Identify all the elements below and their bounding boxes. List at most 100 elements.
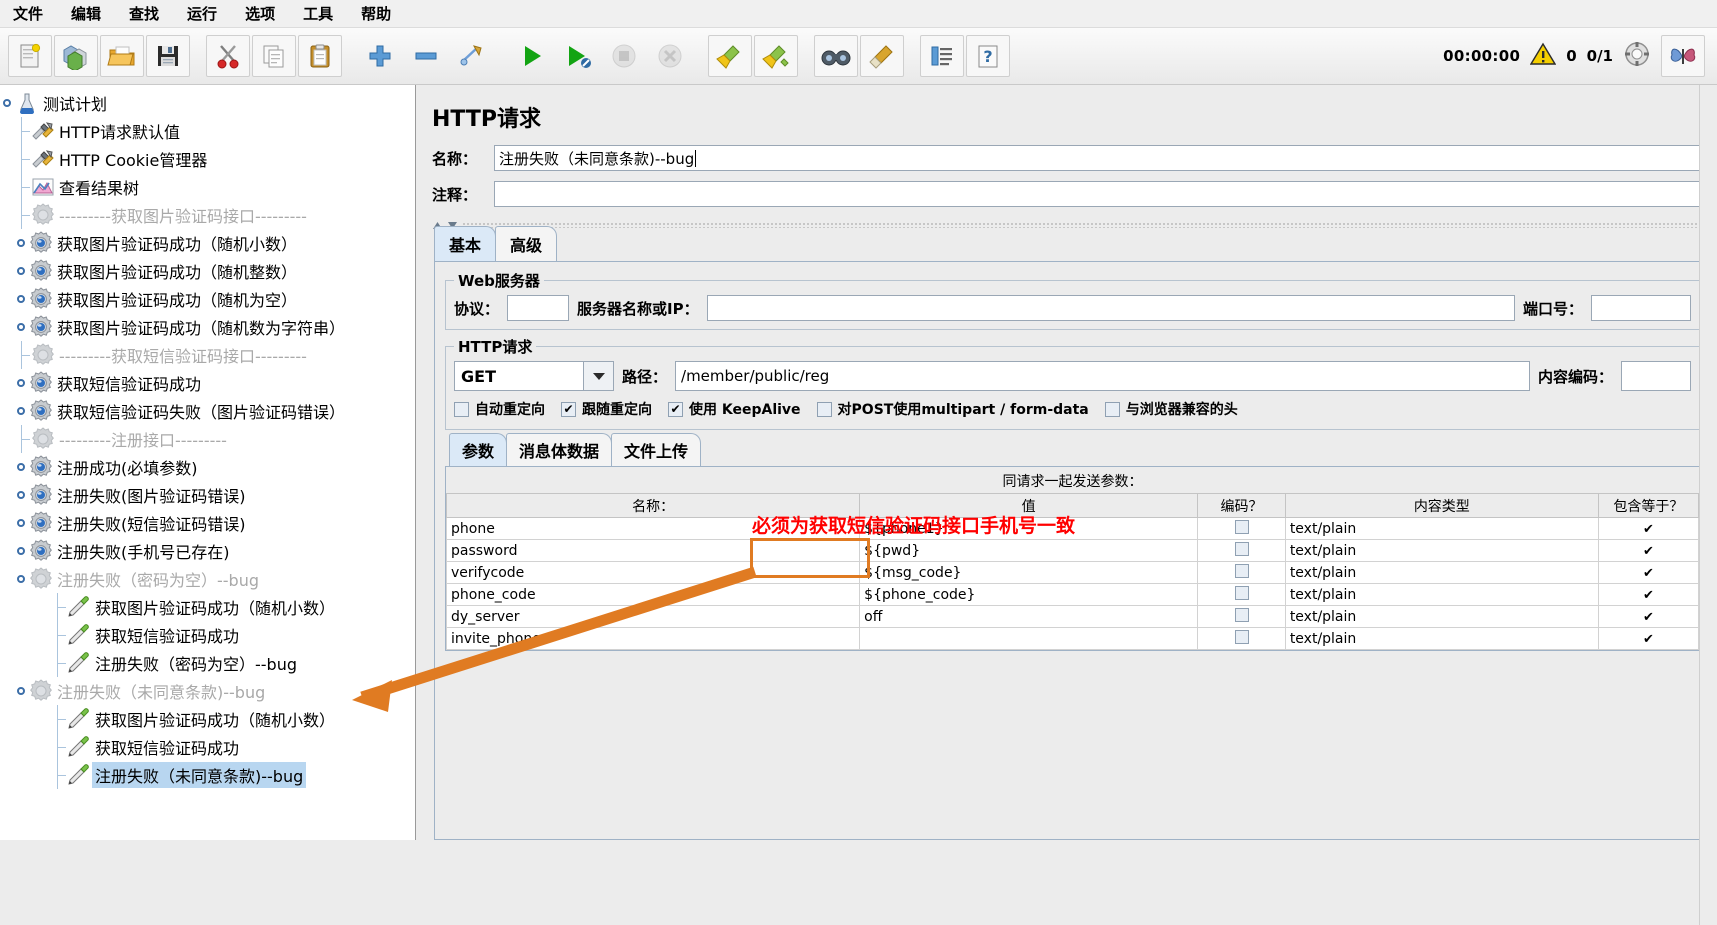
checkbox-auto-redirect[interactable]: 自动重定向: [454, 399, 545, 419]
checkbox-box[interactable]: [1234, 541, 1249, 556]
checkbox-keepalive[interactable]: ✔ 使用 KeepAlive: [668, 399, 801, 419]
play-no-pause-icon[interactable]: [556, 35, 600, 77]
tree-node[interactable]: 获取短信验证码成功: [0, 733, 415, 761]
warning-triangle-icon[interactable]: [1529, 42, 1557, 70]
open-folder-icon[interactable]: [100, 35, 144, 77]
tree-expand-handle[interactable]: [14, 547, 28, 555]
tree-expand-handle[interactable]: [14, 379, 28, 387]
tree-node[interactable]: 获取短信验证码成功: [0, 369, 415, 397]
tree-node[interactable]: 注册失败(短信验证码错误): [0, 509, 415, 537]
cell-encode[interactable]: [1197, 517, 1286, 540]
port-input[interactable]: [1591, 295, 1691, 321]
tree-node[interactable]: ---------获取图片验证码接口---------: [0, 201, 415, 229]
cell-value[interactable]: [859, 627, 1199, 650]
tree-expand-handle[interactable]: [14, 491, 28, 499]
chevron-down-icon[interactable]: [583, 362, 613, 390]
menu-item-search[interactable]: 查找: [126, 1, 162, 26]
tree-node[interactable]: 注册失败（未同意条款)--bug: [0, 677, 415, 705]
path-input[interactable]: /member/public/reg: [675, 361, 1530, 391]
tree-node[interactable]: 注册失败(图片验证码错误): [0, 481, 415, 509]
col-encode[interactable]: 编码？: [1197, 493, 1286, 518]
tree-node[interactable]: 获取图片验证码成功（随机整数）: [0, 257, 415, 285]
tree-expand-handle[interactable]: [14, 687, 28, 695]
cell-name[interactable]: phone_code: [445, 583, 861, 606]
method-select[interactable]: GET: [454, 361, 614, 391]
cell-value[interactable]: off: [859, 605, 1199, 628]
cell-include-equals[interactable]: ✔: [1597, 517, 1700, 540]
encoding-input[interactable]: [1621, 361, 1691, 391]
checkbox-box[interactable]: [816, 401, 832, 417]
help-icon[interactable]: ?: [966, 35, 1010, 77]
tree-node[interactable]: 获取图片验证码成功（随机为空）: [0, 285, 415, 313]
tree-node[interactable]: 获取短信验证码成功: [0, 621, 415, 649]
checkbox-box[interactable]: [1234, 607, 1249, 622]
tree-node[interactable]: 获取图片验证码成功（随机小数）: [0, 593, 415, 621]
tree-node[interactable]: 获取图片验证码成功（随机数为字符串）: [0, 313, 415, 341]
tree-node[interactable]: 注册失败（未同意条款)--bug: [0, 761, 415, 789]
table-row[interactable]: invite_phone text/plain ✔: [445, 627, 1700, 650]
cell-name[interactable]: dy_server: [445, 605, 861, 628]
cell-include-equals[interactable]: ✔: [1597, 583, 1700, 606]
checkbox-multipart[interactable]: 对POST使用multipart / form-data: [816, 399, 1089, 419]
menu-item-tools[interactable]: 工具: [300, 1, 336, 26]
split-grip[interactable]: [432, 219, 1711, 231]
cell-include-equals[interactable]: ✔: [1597, 627, 1700, 650]
cell-name[interactable]: invite_phone: [445, 627, 861, 650]
new-file-icon[interactable]: [8, 35, 52, 77]
test-plan-tree[interactable]: 测试计划 HTTP请求默认值 HTTP Cookie管理器 查看结果树 ----…: [0, 85, 416, 840]
clipboard-icon[interactable]: [298, 35, 342, 77]
checkbox-box[interactable]: [1234, 629, 1249, 644]
col-include-equals[interactable]: 包含等于？: [1597, 493, 1700, 518]
tree-expand-handle[interactable]: [14, 267, 28, 275]
menu-item-run[interactable]: 运行: [184, 1, 220, 26]
butterfly-icon[interactable]: [1661, 35, 1705, 77]
checkbox-box[interactable]: [1104, 401, 1120, 417]
menu-item-file[interactable]: 文件: [10, 1, 46, 26]
toggle-icon[interactable]: [450, 35, 494, 77]
cell-include-equals[interactable]: ✔: [1597, 605, 1700, 628]
menu-item-help[interactable]: 帮助: [358, 1, 394, 26]
table-row[interactable]: password ${pwd} text/plain ✔: [445, 539, 1700, 562]
tree-node[interactable]: 测试计划: [0, 89, 415, 117]
copy-icon[interactable]: [252, 35, 296, 77]
cell-include-equals[interactable]: ✔: [1597, 561, 1700, 584]
cell-content-type[interactable]: text/plain: [1284, 627, 1599, 650]
tree-expand-handle[interactable]: [14, 407, 28, 415]
cell-content-type[interactable]: text/plain: [1284, 561, 1599, 584]
server-input[interactable]: [706, 295, 1515, 321]
tree-node[interactable]: HTTP请求默认值: [0, 117, 415, 145]
cell-value[interactable]: ${msg_code}: [859, 561, 1199, 584]
cell-encode[interactable]: [1197, 583, 1286, 606]
checkbox-browser-headers[interactable]: 与浏览器兼容的头: [1104, 399, 1238, 419]
cell-encode[interactable]: [1197, 627, 1286, 650]
checkbox-box[interactable]: [1234, 563, 1249, 578]
cell-include-equals[interactable]: ✔: [1597, 539, 1700, 562]
cell-content-type[interactable]: text/plain: [1284, 539, 1599, 562]
function-list-icon[interactable]: [920, 35, 964, 77]
eraser-icon[interactable]: [860, 35, 904, 77]
menu-item-options[interactable]: 选项: [242, 1, 278, 26]
tree-expand-handle[interactable]: [14, 519, 28, 527]
tree-node[interactable]: 注册失败(手机号已存在): [0, 537, 415, 565]
protocol-input[interactable]: [507, 295, 570, 321]
comment-input[interactable]: [494, 181, 1707, 207]
tree-expand-handle[interactable]: [14, 239, 28, 247]
cell-content-type[interactable]: text/plain: [1284, 605, 1599, 628]
checkbox-box[interactable]: [1234, 585, 1249, 600]
checkbox-box[interactable]: [454, 401, 469, 417]
tab-advanced[interactable]: 高级: [495, 226, 558, 261]
tab-basic[interactable]: 基本: [434, 226, 497, 261]
tree-node[interactable]: 注册成功(必填参数): [0, 453, 415, 481]
tree-expand-handle[interactable]: [14, 575, 28, 583]
tree-node[interactable]: 获取短信验证码失败（图片验证码错误）: [0, 397, 415, 425]
tree-node[interactable]: ---------获取短信验证码接口---------: [0, 341, 415, 369]
cell-value[interactable]: ${phone_code}: [859, 583, 1199, 606]
tree-node[interactable]: 获取图片验证码成功（随机小数）: [0, 705, 415, 733]
tree-expand-handle[interactable]: [14, 295, 28, 303]
menu-item-edit[interactable]: 编辑: [68, 1, 104, 26]
save-disk-icon[interactable]: [146, 35, 190, 77]
table-row[interactable]: verifycode ${msg_code} text/plain ✔: [445, 561, 1700, 584]
tree-node[interactable]: HTTP Cookie管理器: [0, 145, 415, 173]
tree-expand-handle[interactable]: [14, 323, 28, 331]
table-row[interactable]: dy_server off text/plain ✔: [445, 605, 1700, 628]
